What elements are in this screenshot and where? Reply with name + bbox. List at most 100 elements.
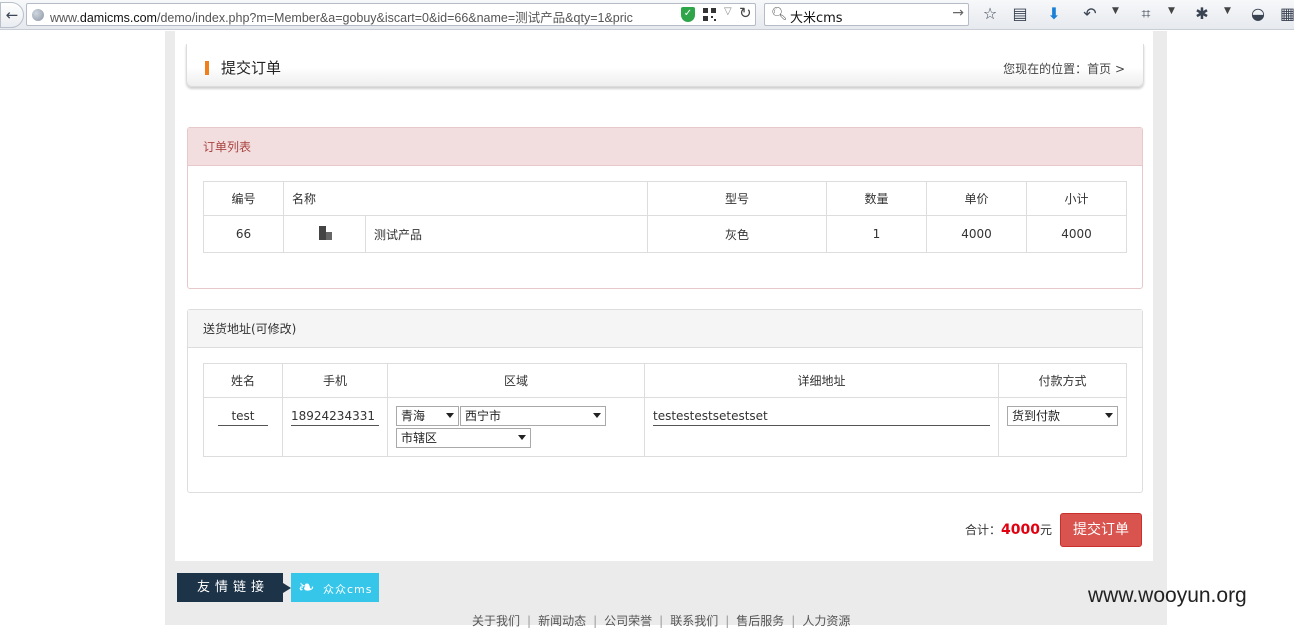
col-phone-header: 手机 — [282, 363, 388, 398]
order-table: 编号 名称 型号 数量 单价 小计 66 测试产品 灰色 1 4000 4000 — [203, 181, 1127, 253]
undo-menu-icon[interactable]: ▼ — [1112, 6, 1119, 16]
order-id: 66 — [203, 215, 284, 253]
delivery-address-panel: 送货地址(可修改) 姓名 手机 区域 详细地址 付款方式 test 189242… — [187, 309, 1143, 493]
page-title: 提交订单 — [221, 59, 282, 77]
footer-link-about[interactable]: 关于我们 — [472, 614, 520, 628]
order-table-header: 编号 名称 型号 数量 单价 小计 — [203, 181, 1127, 216]
payment-cell: 货到付款 — [998, 397, 1127, 457]
phone-cell: 18924234331 — [282, 397, 388, 457]
bug-icon[interactable]: ✱ — [1192, 3, 1212, 25]
total-value: 4000 — [1001, 522, 1040, 538]
table-row: test 18924234331 青海 西宁市 市辖区 testestestse… — [203, 397, 1127, 457]
address-table-header: 姓名 手机 区域 详细地址 付款方式 — [203, 363, 1127, 398]
footer-link-honors[interactable]: 公司荣誉 — [604, 614, 652, 628]
footer-links: 关于我们 | 新闻动态 | 公司荣誉 | 联系我们 | 售后服务 | 人力资源 — [472, 612, 850, 629]
extension-icon[interactable]: ▦ — [1280, 3, 1294, 25]
district-value: 市辖区 — [401, 431, 438, 445]
footer-separator: | — [593, 614, 598, 628]
chevron-down-icon — [518, 435, 526, 440]
crop-menu-icon[interactable]: ▼ — [1168, 6, 1175, 16]
globe-icon — [32, 9, 44, 21]
mask-icon[interactable]: ◒ — [1248, 3, 1268, 25]
col-region-header: 区域 — [387, 363, 645, 398]
address-bar[interactable]: www.damicms.com/demo/index.php?m=Member&… — [26, 3, 756, 26]
partner-logo-text: 众众cms — [323, 583, 373, 596]
product-price: 4000 — [926, 215, 1027, 253]
footer-link-hr[interactable]: 人力资源 — [802, 614, 850, 628]
chevron-down-icon — [593, 413, 601, 418]
col-qty-header: 数量 — [826, 181, 927, 216]
recipient-name-field[interactable]: test — [218, 408, 268, 426]
page-gutter-left — [165, 31, 175, 561]
download-icon[interactable]: ⬇ — [1044, 3, 1064, 25]
footer-link-contact[interactable]: 联系我们 — [670, 614, 718, 628]
product-thumbnail-cell[interactable] — [283, 215, 366, 253]
person-logo-icon: ❧ — [298, 575, 315, 599]
search-input[interactable]: 大米cms — [790, 7, 843, 26]
order-list-panel: 订单列表 编号 名称 型号 数量 单价 小计 66 测试产品 灰色 1 4000… — [187, 127, 1143, 289]
product-name[interactable]: 测试产品 — [365, 215, 648, 253]
city-select[interactable]: 西宁市 — [460, 406, 606, 426]
product-thumbnail-icon[interactable] — [317, 225, 333, 241]
qr-code-icon[interactable] — [703, 8, 716, 21]
footer-separator: | — [527, 614, 532, 628]
payment-value: 货到付款 — [1012, 409, 1061, 423]
page-header: 提交订单 您现在的位置：首页 > — [186, 44, 1144, 87]
product-model: 灰色 — [647, 215, 827, 253]
address-table: 姓名 手机 区域 详细地址 付款方式 test 18924234331 青海 西… — [203, 363, 1127, 457]
url-path: /demo/index.php?m=Member&a=gobuy&iscart=… — [156, 11, 633, 25]
bug-menu-icon[interactable]: ▼ — [1224, 6, 1231, 16]
province-value: 青海 — [401, 409, 426, 423]
product-subtotal: 4000 — [1026, 215, 1127, 253]
region-cell: 青海 西宁市 市辖区 — [387, 397, 645, 457]
url-dropdown-icon[interactable]: ▽ — [724, 6, 732, 17]
submit-order-button[interactable]: 提交订单 — [1060, 513, 1142, 547]
footer: 友情链接 ❧ 众众cms 关于我们 | 新闻动态 | 公司荣誉 | 联系我们 | 售后服务 | 人力… — [165, 561, 1167, 628]
chevron-down-icon — [446, 413, 454, 418]
col-name-header: 名称 — [283, 181, 648, 216]
back-arrow-icon: ← — [5, 6, 19, 24]
total-label: 合计： — [965, 523, 1002, 537]
search-icon: 🔍︎ — [771, 7, 788, 22]
chevron-down-icon — [1105, 413, 1113, 418]
undo-icon[interactable]: ↶ — [1080, 3, 1100, 25]
table-row: 66 测试产品 灰色 1 4000 4000 — [203, 215, 1127, 253]
city-value: 西宁市 — [465, 409, 502, 423]
col-payment-header: 付款方式 — [998, 363, 1127, 398]
delivery-address-heading: 送货地址(可修改) — [188, 310, 1142, 348]
col-price-header: 单价 — [926, 181, 1027, 216]
back-button[interactable]: ← — [0, 2, 24, 28]
crop-icon[interactable]: ⌗ — [1136, 3, 1156, 25]
search-box[interactable]: 🔍︎ 大米cms → — [764, 3, 969, 26]
phone-field[interactable]: 18924234331 — [291, 408, 379, 426]
bookmarks-list-icon[interactable]: ▤ — [1010, 3, 1030, 25]
payment-method-select[interactable]: 货到付款 — [1007, 406, 1118, 426]
search-go-icon[interactable]: → — [952, 5, 964, 21]
district-select[interactable]: 市辖区 — [396, 428, 531, 448]
reload-icon[interactable]: ↻ — [739, 4, 752, 22]
col-address-header: 详细地址 — [644, 363, 999, 398]
title-accent-bar — [205, 61, 209, 75]
url-text[interactable]: www.damicms.com/demo/index.php?m=Member&… — [50, 7, 698, 26]
footer-separator: | — [659, 614, 664, 628]
bookmark-star-icon[interactable]: ☆ — [980, 3, 1000, 25]
page-background — [0, 31, 165, 625]
recipient-cell: test — [203, 397, 283, 457]
total-currency: 元 — [1039, 523, 1052, 537]
url-prefix: www. — [50, 11, 80, 25]
order-total: 合计：4000元 — [965, 521, 1052, 538]
breadcrumb[interactable]: 您现在的位置：首页 > — [1003, 60, 1125, 77]
footer-link-service[interactable]: 售后服务 — [736, 614, 784, 628]
partner-logo[interactable]: ❧ 众众cms — [291, 573, 379, 602]
province-select[interactable]: 青海 — [396, 406, 459, 426]
security-shield-icon[interactable]: ✓ — [681, 7, 695, 22]
detail-address-field[interactable]: testestestsetestset — [653, 408, 990, 426]
col-recipient-header: 姓名 — [203, 363, 283, 398]
col-model-header: 型号 — [647, 181, 827, 216]
order-list-heading: 订单列表 — [188, 128, 1142, 166]
footer-separator: | — [725, 614, 730, 628]
col-subtotal-header: 小计 — [1026, 181, 1127, 216]
address-cell: testestestsetestset — [644, 397, 999, 457]
friend-links-tag: 友情链接 — [177, 573, 291, 602]
footer-link-news[interactable]: 新闻动态 — [538, 614, 586, 628]
